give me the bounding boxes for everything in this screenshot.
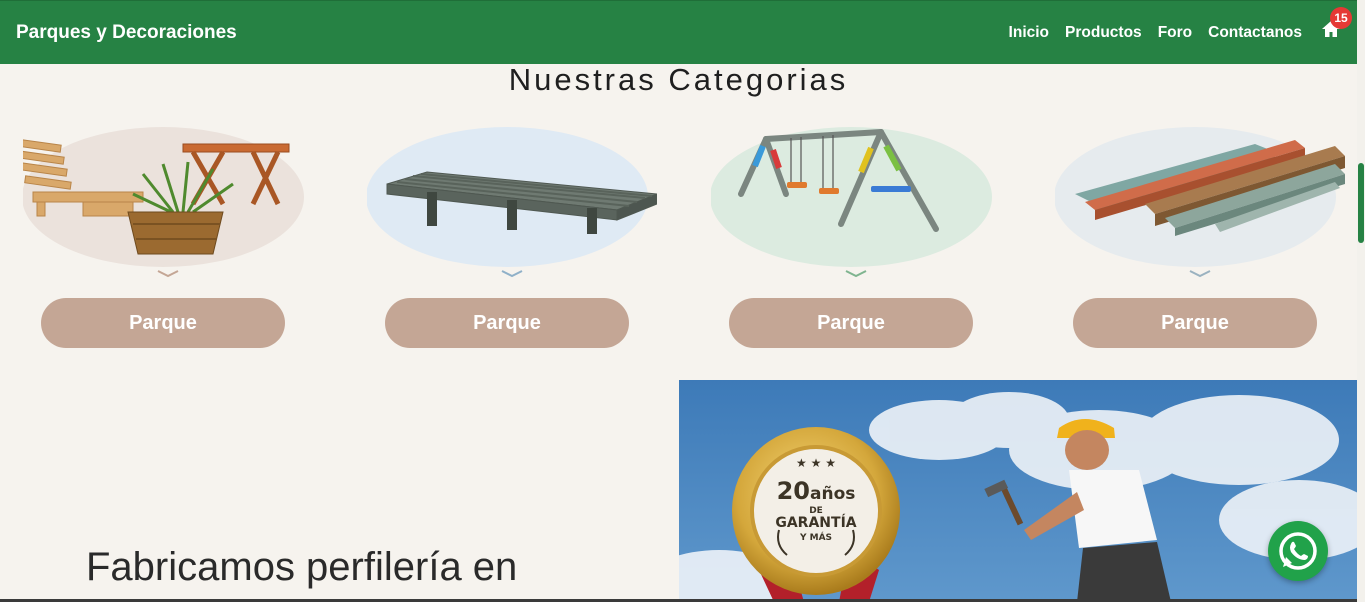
- nav-menu: Inicio Productos Foro Contactanos: [1009, 24, 1302, 42]
- navbar: Parques y Decoraciones Inicio Productos …: [0, 0, 1357, 64]
- brand-logo[interactable]: Parques y Decoraciones: [16, 22, 237, 44]
- seal-unit: años: [810, 484, 855, 504]
- section-title: Nuestras Categorias: [508, 62, 849, 97]
- hero-image: ★ ★ ★ 20años DE GARANTÍA Y MÁS: [679, 380, 1357, 602]
- category-button-2[interactable]: Parque: [385, 298, 629, 348]
- nav-link-inicio[interactable]: Inicio: [1009, 24, 1049, 42]
- scrollbar-track[interactable]: [1357, 0, 1365, 602]
- svg-text:★ ★ ★: ★ ★ ★: [796, 456, 836, 470]
- category-card: Parque: [23, 124, 313, 354]
- chevron-down-icon: [501, 270, 523, 278]
- cart-count-badge: 15: [1330, 7, 1352, 29]
- scrollbar-thumb[interactable]: [1358, 163, 1364, 243]
- category-button-1[interactable]: Parque: [41, 298, 285, 348]
- category-image-deck[interactable]: [367, 124, 657, 274]
- feature-headline: Fabricamos perfilería en: [86, 545, 518, 589]
- category-card: Parque: [367, 124, 657, 354]
- chevron-down-icon: [1189, 270, 1211, 278]
- category-button-4[interactable]: Parque: [1073, 298, 1317, 348]
- category-image-swing[interactable]: [711, 124, 1001, 274]
- category-button-3[interactable]: Parque: [729, 298, 973, 348]
- nav-link-productos[interactable]: Productos: [1065, 24, 1142, 42]
- chevron-down-icon: [157, 270, 179, 278]
- category-card: Parque: [1055, 124, 1345, 354]
- nav-link-contactanos[interactable]: Contactanos: [1208, 24, 1302, 42]
- category-image-lumber[interactable]: [1055, 124, 1345, 274]
- seal-line2: GARANTÍA: [775, 514, 856, 531]
- whatsapp-icon[interactable]: [1268, 521, 1328, 581]
- seal-number: 20: [777, 477, 810, 505]
- chevron-down-icon: [845, 270, 867, 278]
- nav-link-foro[interactable]: Foro: [1158, 24, 1192, 42]
- category-image-furniture[interactable]: [23, 124, 313, 274]
- category-card: Parque: [711, 124, 1001, 354]
- seal-line3: Y MÁS: [799, 531, 832, 543]
